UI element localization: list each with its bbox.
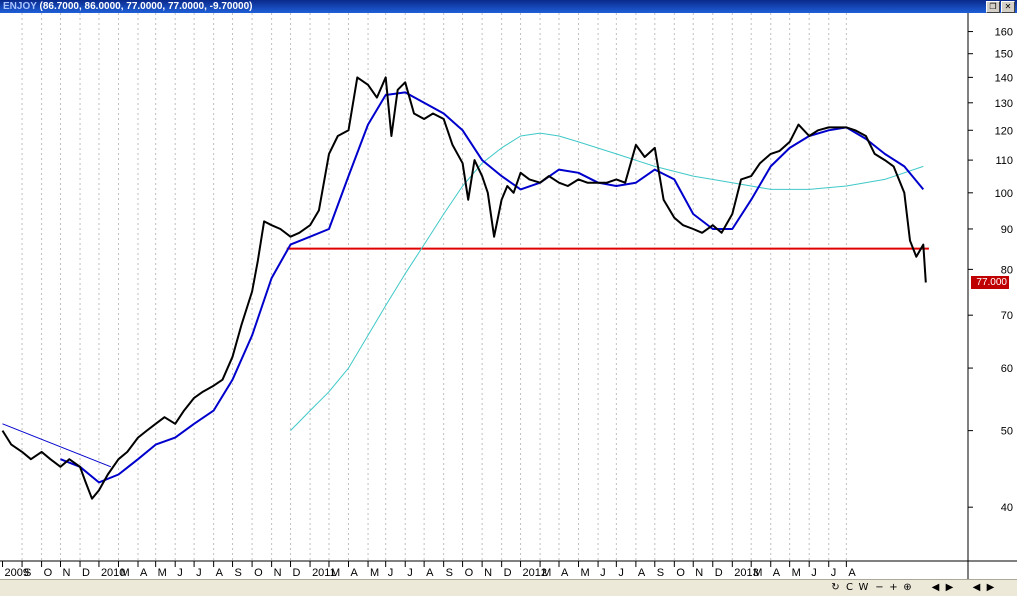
- y-tick-label: 100: [995, 188, 1013, 200]
- y-tick-label: 110: [995, 155, 1013, 167]
- x-tick-label: M: [370, 567, 379, 579]
- restore-window-button[interactable]: ❐: [986, 1, 1000, 13]
- y-tick-label: 60: [1001, 363, 1013, 375]
- x-tick-label: M: [542, 567, 551, 579]
- ma-long-series-line: [290, 132, 924, 431]
- x-tick-label: N: [695, 567, 703, 579]
- ticker-readout: ENJOY (86.7000, 86.0000, 77.0000, 77.000…: [3, 0, 252, 13]
- x-tick-label: O: [465, 567, 474, 579]
- x-tick-label: A: [140, 567, 148, 579]
- y-tick-label: 150: [995, 49, 1013, 61]
- x-tick-label: A: [848, 567, 856, 579]
- x-tick-label: A: [638, 567, 646, 579]
- y-tick-label: 90: [1001, 224, 1013, 236]
- x-tick-label: M: [158, 567, 167, 579]
- zoom-out-icon[interactable]: −: [873, 582, 886, 594]
- page-right-icon[interactable]: ▶: [984, 582, 997, 594]
- x-tick-label: A: [216, 567, 224, 579]
- x-tick-label: S: [24, 567, 31, 579]
- scroll-right-icon[interactable]: ▶: [943, 582, 956, 594]
- x-tick-label: J: [388, 567, 394, 579]
- zoom-fit-icon[interactable]: ⊕: [901, 582, 914, 594]
- last-price-tag: 77.000: [971, 276, 1009, 290]
- x-tick-label: J: [196, 567, 202, 579]
- y-tick-label: 80: [1001, 264, 1013, 276]
- x-tick-label: J: [407, 567, 413, 579]
- y-tick-label: 140: [995, 72, 1013, 84]
- x-tick-label: S: [657, 567, 664, 579]
- page-left-icon[interactable]: ◀: [970, 582, 983, 594]
- x-tick-label: A: [561, 567, 569, 579]
- close-window-button[interactable]: ✕: [1001, 1, 1015, 13]
- y-tick-label: 50: [1001, 426, 1013, 438]
- chart-window-titlebar: ENJOY (86.7000, 86.0000, 77.0000, 77.000…: [0, 0, 1017, 13]
- x-tick-label: O: [676, 567, 685, 579]
- x-tick-label: A: [426, 567, 434, 579]
- x-tick-label: N: [484, 567, 492, 579]
- x-tick-label: D: [504, 567, 512, 579]
- x-tick-label: A: [773, 567, 781, 579]
- x-tick-label: J: [600, 567, 606, 579]
- x-tick-label: O: [254, 567, 263, 579]
- x-tick-label: M: [331, 567, 340, 579]
- x-tick-label: M: [792, 567, 801, 579]
- y-tick-label: 40: [1001, 502, 1013, 514]
- trend-series-line: [2, 423, 112, 468]
- c-button[interactable]: C: [843, 582, 856, 594]
- x-tick-label: S: [235, 567, 242, 579]
- x-tick-label: O: [44, 567, 53, 579]
- y-tick-label: 120: [995, 125, 1013, 137]
- chart-scrollbar[interactable]: ↻ C W − + ⊕ ◀ ▶ ◀ ▶: [0, 579, 1017, 596]
- price-series-line: [1, 76, 927, 500]
- x-tick-label: D: [715, 567, 723, 579]
- zoom-in-icon[interactable]: +: [887, 582, 900, 594]
- x-tick-label: J: [618, 567, 624, 579]
- y-tick-label: 160: [995, 27, 1013, 39]
- x-tick-label: A: [351, 567, 359, 579]
- x-tick-label: M: [120, 567, 129, 579]
- ma-short-series-line: [60, 91, 925, 484]
- x-tick-label: J: [831, 567, 837, 579]
- x-tick-label: S: [446, 567, 453, 579]
- ticker-symbol: ENJOY: [3, 1, 37, 12]
- x-tick-label: N: [274, 567, 282, 579]
- w-button[interactable]: W: [857, 582, 870, 594]
- x-tick-label: M: [581, 567, 590, 579]
- x-tick-label: J: [811, 567, 817, 579]
- x-tick-label: M: [753, 567, 762, 579]
- refresh-icon[interactable]: ↻: [829, 582, 842, 594]
- x-tick-label: D: [82, 567, 90, 579]
- y-tick-label: 70: [1001, 310, 1013, 322]
- scroll-left-icon[interactable]: ◀: [929, 582, 942, 594]
- x-tick-label: J: [177, 567, 183, 579]
- x-tick-label: N: [63, 567, 71, 579]
- y-tick-label: 130: [995, 98, 1013, 110]
- x-tick-label: D: [293, 567, 301, 579]
- price-chart[interactable]: 2009S O N D 2010M A M J J A S O N D 2011M A M J J A S O N D 2012…: [0, 13, 1017, 579]
- ohlc-readout: (86.7000, 86.0000, 77.0000, 77.0000, -9.…: [39, 1, 253, 12]
